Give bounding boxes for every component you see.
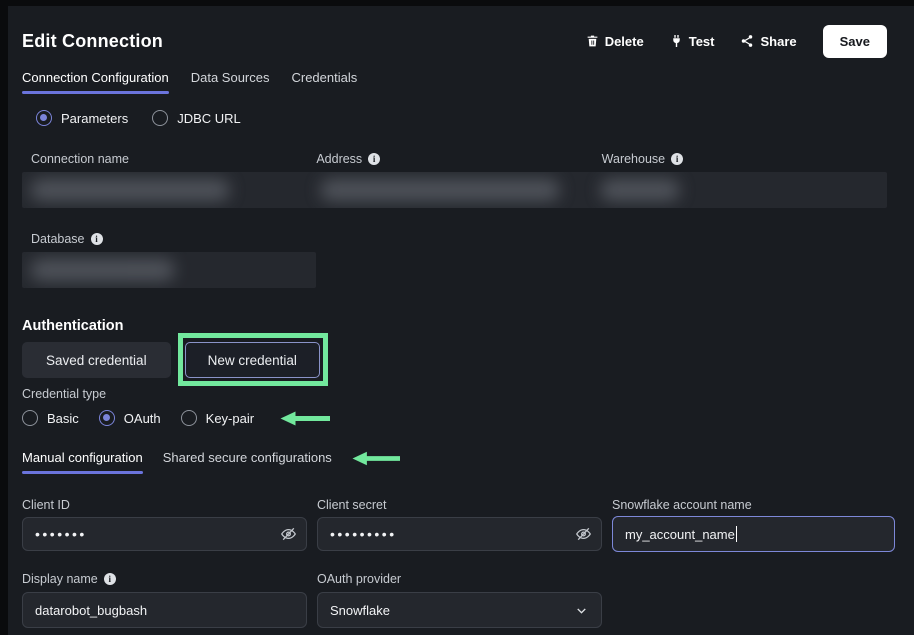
radio-basic-label: Basic: [47, 411, 79, 426]
header: Edit Connection Delete Test Share Save: [22, 22, 887, 60]
toggle-visibility-button[interactable]: [280, 526, 297, 543]
row1-labels: Connection name Addressi Warehousei: [22, 152, 887, 166]
radio-key-pair[interactable]: Key-pair: [181, 410, 254, 426]
credential-source-segments: Saved credential New credential: [22, 342, 887, 378]
snowflake-account-name-value: my_account_name: [625, 527, 735, 542]
tab-data-sources[interactable]: Data Sources: [191, 70, 270, 94]
database-label: Databasei: [31, 232, 322, 246]
oauth-provider-select[interactable]: Snowflake: [317, 592, 602, 628]
info-icon[interactable]: i: [671, 153, 683, 165]
snowflake-account-name-input[interactable]: my_account_name: [612, 516, 895, 552]
share-icon: [740, 34, 754, 48]
radio-jdbc-url[interactable]: JDBC URL: [152, 110, 241, 126]
credential-type-radio-group: Basic OAuth Key-pair: [22, 410, 887, 426]
annotation-arrow-icon: [280, 411, 330, 426]
redacted-warehouse-value: [600, 179, 680, 201]
snowflake-account-name-label: Snowflake account name: [612, 498, 895, 512]
radio-selected-icon: [36, 110, 52, 126]
row3-labels: Client ID Client secret Snowflake accoun…: [22, 498, 887, 512]
config-tabs: Manual configuration Shared secure confi…: [22, 450, 887, 474]
redacted-database-value: [30, 259, 175, 281]
row2-labels: Databasei: [22, 232, 887, 246]
row4-fields: datarobot_bugbash Snowflake: [22, 592, 887, 628]
client-secret-label: Client secret: [317, 498, 602, 512]
client-secret-input[interactable]: •••••••••: [317, 517, 602, 551]
radio-parameters[interactable]: Parameters: [36, 110, 128, 126]
save-button[interactable]: Save: [823, 25, 887, 58]
display-name-label: Display namei: [22, 572, 307, 586]
delete-button-label: Delete: [605, 34, 644, 49]
test-button[interactable]: Test: [670, 34, 715, 49]
connection-name-label: Connection name: [31, 152, 316, 166]
client-secret-value: •••••••••: [330, 517, 397, 551]
display-name-input[interactable]: datarobot_bugbash: [22, 592, 307, 628]
radio-jdbc-url-label: JDBC URL: [177, 111, 241, 126]
display-name-value: datarobot_bugbash: [35, 603, 147, 618]
client-id-input[interactable]: •••••••: [22, 517, 307, 551]
share-button-label: Share: [760, 34, 796, 49]
oauth-provider-label: OAuth provider: [317, 572, 602, 586]
info-icon[interactable]: i: [104, 573, 116, 585]
redacted-connection-name-value: [30, 179, 230, 201]
radio-unselected-icon: [181, 410, 197, 426]
tab-manual-configuration[interactable]: Manual configuration: [22, 450, 143, 474]
info-icon[interactable]: i: [368, 153, 380, 165]
radio-parameters-label: Parameters: [61, 111, 128, 126]
row4-labels: Display namei OAuth provider: [22, 572, 887, 586]
toggle-visibility-button[interactable]: [575, 526, 592, 543]
row3-fields: ••••••• ••••••••• my_account_name: [22, 517, 887, 552]
saved-credential-button[interactable]: Saved credential: [22, 342, 171, 378]
address-label: Addressi: [316, 152, 601, 166]
plug-icon: [670, 34, 683, 48]
radio-oauth[interactable]: OAuth: [99, 410, 161, 426]
warehouse-label: Warehousei: [602, 152, 887, 166]
edit-connection-panel: Edit Connection Delete Test Share Save C…: [8, 6, 914, 635]
credential-type-label: Credential type: [22, 387, 887, 401]
page-title: Edit Connection: [22, 31, 163, 52]
info-icon[interactable]: i: [91, 233, 103, 245]
tab-shared-secure-configurations[interactable]: Shared secure configurations: [163, 450, 332, 474]
client-id-value: •••••••: [35, 517, 87, 551]
authentication-heading: Authentication: [22, 318, 887, 334]
client-id-label: Client ID: [22, 498, 307, 512]
tab-connection-configuration[interactable]: Connection Configuration: [22, 70, 169, 94]
redacted-address-value: [320, 179, 560, 201]
trash-icon: [586, 34, 599, 48]
share-button[interactable]: Share: [740, 34, 796, 49]
oauth-provider-value: Snowflake: [330, 603, 390, 618]
eye-off-icon: [575, 526, 592, 543]
radio-selected-icon: [99, 410, 115, 426]
radio-unselected-icon: [152, 110, 168, 126]
radio-key-pair-label: Key-pair: [206, 411, 254, 426]
redacted-fields-band[interactable]: [22, 172, 887, 208]
annotation-arrow-icon: [352, 451, 400, 466]
delete-button[interactable]: Delete: [586, 34, 644, 49]
tab-credentials[interactable]: Credentials: [291, 70, 357, 94]
top-tabs: Connection Configuration Data Sources Cr…: [22, 70, 887, 94]
text-caret: [736, 526, 738, 542]
chevron-down-icon: [574, 603, 589, 618]
header-actions: Delete Test Share Save: [586, 25, 887, 58]
mode-radio-group: Parameters JDBC URL: [22, 110, 887, 126]
radio-oauth-label: OAuth: [124, 411, 161, 426]
new-credential-button[interactable]: New credential: [185, 342, 320, 378]
test-button-label: Test: [689, 34, 715, 49]
eye-off-icon: [280, 526, 297, 543]
redacted-database-field[interactable]: [22, 252, 316, 288]
radio-basic[interactable]: Basic: [22, 410, 79, 426]
radio-unselected-icon: [22, 410, 38, 426]
